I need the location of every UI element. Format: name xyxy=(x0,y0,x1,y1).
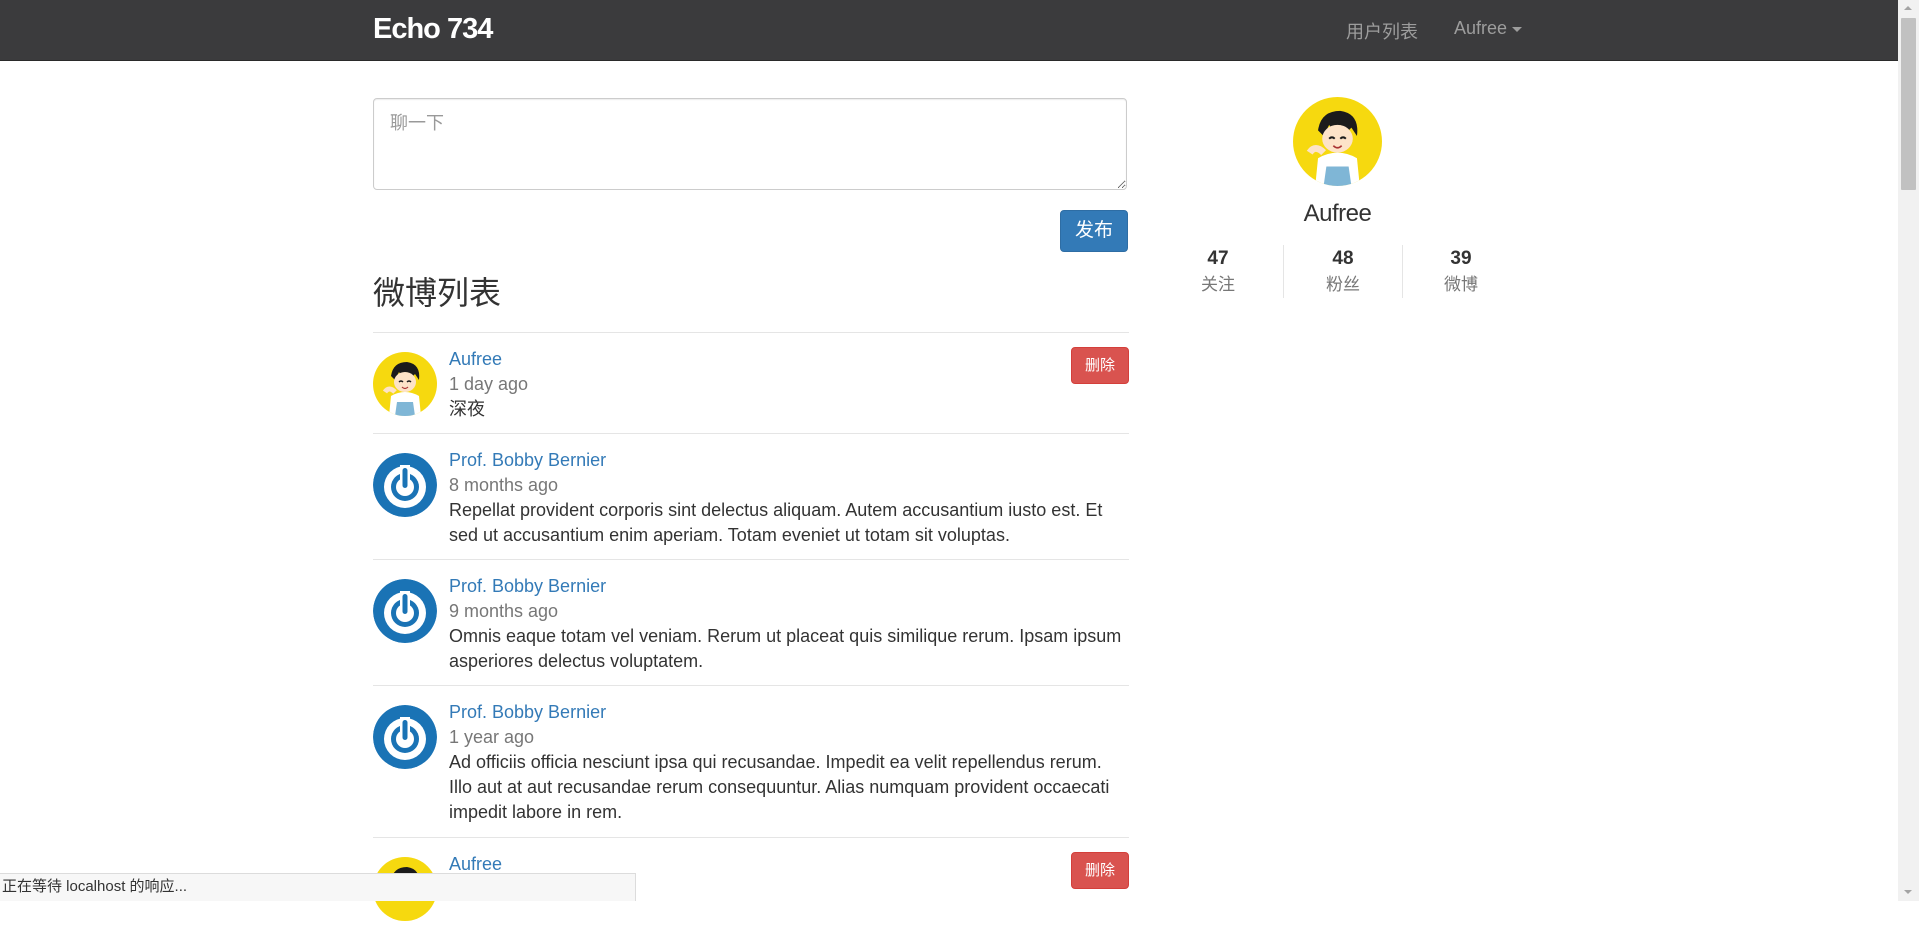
post-author-link[interactable]: Aufree xyxy=(449,347,1129,372)
feed-item: Prof. Bobby Bernier 8 months ago Repella… xyxy=(373,433,1129,559)
post-content: 深夜 xyxy=(449,399,485,419)
power-icon xyxy=(373,579,437,643)
delete-post-button[interactable]: 删除 xyxy=(1071,347,1129,384)
scrollbar-thumb[interactable] xyxy=(1901,18,1916,190)
post-content: Ad officiis officia nesciunt ipsa qui re… xyxy=(449,752,1110,822)
post-author-link[interactable]: Prof. Bobby Bernier xyxy=(449,574,1129,599)
post-content: Repellat provident corporis sint delectu… xyxy=(449,500,1103,545)
user-menu-label: Aufree xyxy=(1454,18,1508,38)
profile-name: Aufree xyxy=(1303,200,1372,227)
stat-posts[interactable]: 39 微博 xyxy=(1406,245,1516,297)
scroll-up-arrow-icon[interactable] xyxy=(1898,0,1919,17)
user-avatar[interactable] xyxy=(373,705,437,769)
post-author-link[interactable]: Prof. Bobby Bernier xyxy=(449,700,1129,725)
stat-label: 粉丝 xyxy=(1326,275,1360,294)
power-icon xyxy=(373,705,437,769)
users-list-link[interactable]: 用户列表 xyxy=(1346,18,1418,44)
feed-item: Prof. Bobby Bernier 9 months ago Omnis e… xyxy=(373,559,1129,685)
publish-button[interactable]: 发布 xyxy=(1060,210,1128,252)
post-timestamp: 8 months ago xyxy=(449,475,559,495)
top-navbar: Echo 734 用户列表 Aufree xyxy=(0,0,1898,61)
stat-divider xyxy=(1283,245,1284,298)
post-timestamp: 1 year ago xyxy=(449,727,535,747)
stat-followers[interactable]: 48 粉丝 xyxy=(1288,245,1398,297)
status-feed-list: Aufree 1 day ago 深夜 删除 Prof. Bobby Berni… xyxy=(373,332,1129,937)
feed-item: Prof. Bobby Bernier 1 year ago Ad offici… xyxy=(373,685,1129,837)
feed-title: 微博列表 xyxy=(373,275,502,311)
scroll-down-arrow-icon[interactable] xyxy=(1898,884,1919,901)
status-composer-input[interactable] xyxy=(373,98,1127,190)
stat-following[interactable]: 47 关注 xyxy=(1163,245,1273,297)
stat-count: 48 xyxy=(1332,248,1354,269)
post-timestamp: 1 day ago xyxy=(449,374,529,394)
caret-down-icon xyxy=(1512,26,1523,32)
delete-post-button[interactable]: 删除 xyxy=(1071,852,1129,889)
post-content: Omnis eaque totam vel veniam. Rerum ut p… xyxy=(449,626,1122,671)
post-timestamp: 9 months ago xyxy=(449,601,559,621)
vertical-scrollbar[interactable] xyxy=(1898,0,1919,901)
user-avatar[interactable] xyxy=(373,453,437,517)
user-avatar[interactable] xyxy=(373,352,437,416)
feed-item: Aufree 1 day ago 深夜 删除 xyxy=(373,332,1129,433)
anime-avatar-icon xyxy=(1293,97,1382,186)
post-author-link[interactable]: Prof. Bobby Bernier xyxy=(449,448,1129,473)
profile-avatar[interactable] xyxy=(1293,97,1382,186)
stat-count: 39 xyxy=(1450,248,1472,269)
stat-count: 47 xyxy=(1207,248,1229,269)
user-menu-dropdown[interactable]: Aufree xyxy=(1454,18,1523,39)
stat-label: 微博 xyxy=(1444,275,1478,294)
user-avatar[interactable] xyxy=(373,579,437,643)
stat-divider xyxy=(1402,245,1403,298)
power-icon xyxy=(373,453,437,517)
brand-logo-link[interactable]: Echo 734 xyxy=(373,13,493,46)
stat-label: 关注 xyxy=(1201,275,1235,294)
anime-avatar-icon xyxy=(373,352,437,416)
browser-status-bar: 正在等待 localhost 的响应... xyxy=(0,873,636,901)
